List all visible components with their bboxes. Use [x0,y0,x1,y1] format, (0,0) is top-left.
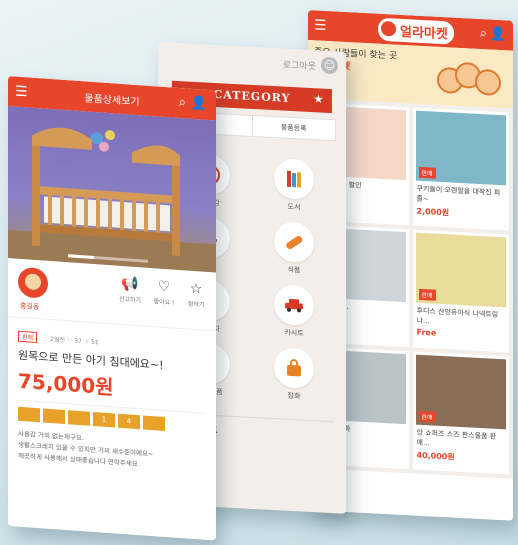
category-carseat[interactable]: 카시트 [258,283,330,340]
condition-button[interactable] [143,415,165,431]
like-button[interactable]: ♡ 좋아요 ! [146,278,182,308]
category-label: 식품 [287,265,301,275]
bag-icon [287,359,301,377]
condition-button[interactable] [68,410,90,426]
kids-illustration [437,57,507,101]
crib-illustration [32,127,180,257]
menu-icon[interactable]: ☰ [314,17,327,34]
product-image: 판매 [415,110,506,186]
smiley-icon: ☺ [321,56,338,75]
search-icon[interactable]: ⌕ [179,95,186,111]
tab-register-item[interactable]: 물품등록 [251,115,335,141]
product-photo[interactable] [8,106,216,273]
seller-name[interactable]: 홍길동 [20,301,39,312]
wishlist-button[interactable]: ☆ 찜하기 [178,280,214,310]
product-price: 2,000원 [416,206,450,218]
condition-button[interactable] [43,408,65,424]
category-label: 잡화 [287,391,301,401]
product-price: Free [416,327,437,338]
report-button[interactable]: 📢 신고하기 [112,275,148,305]
product-title: 앙 쇼퍼즈 스즈 판스물품 판매... [416,428,497,448]
user-icon[interactable]: 👤 [490,27,506,43]
product-info: 판매 2일전 ♡ 37 ☆ 51 원목으로 만든 아기 침대에요~! 75,00… [8,317,216,482]
sale-badge: 판매 [418,288,436,301]
product-card[interactable]: 판매 앙 쇼퍼즈 스즈 판스물품 판매... 40,000원 [412,351,509,475]
condition-button[interactable]: 4 [118,413,140,430]
product-price: 40,000원 [416,450,455,462]
category-label: 도서 [287,202,301,212]
product-meta: 2일전 ♡ 37 ☆ 51 [50,335,99,347]
condition-button[interactable] [18,406,40,423]
avatar[interactable] [18,266,48,299]
product-image: 판매 [415,232,506,308]
action-label: 찜하기 [187,300,205,309]
ribbon-title: CATEGORY [213,87,291,105]
condition-button[interactable]: 1 [93,411,115,428]
product-card[interactable]: 판매 후디스 산양유아식 나넥트링나... Free [412,229,509,353]
category-food[interactable]: 식품 [258,220,330,277]
logout-link[interactable]: 로그아웃 [283,58,316,73]
action-label: 좋아요 ! [153,298,175,307]
star-icon: ★ [314,94,324,106]
category-label: 카시트 [284,328,304,338]
product-title: 쿠키들이 오렌팔을 대작진 파즐~ [416,184,501,204]
sausage-icon [286,236,303,249]
sale-badge: 판매 [418,166,436,179]
car-icon [285,298,303,313]
user-icon[interactable]: 👤 [191,96,207,112]
category-goods[interactable]: 잡화 [258,346,330,403]
books-icon [287,170,301,188]
product-card[interactable]: 판매 쿠키들이 오렌팔을 대작진 파즐~ 2,000원 [412,107,509,231]
market-logo[interactable]: 얼라마켓 [378,17,454,45]
product-image: 판매 [415,354,506,430]
detail-screen: ☰ 물품상세보기 ⌕ 👤 홍길동 📢 신고하기 ♡ 좋아요 ! ☆ 찜하기 판매… [8,76,216,541]
product-description: 사용감 거의 없는제구요. 생활스크레치 있을 수 있지만 거의 새수준이에요~… [18,429,206,475]
sale-tag: 판매 [18,330,38,344]
sale-badge: 판매 [418,410,436,423]
category-books[interactable]: 도서 [258,157,330,214]
product-title: 후디스 산양유아식 나넥트링나... [416,306,499,326]
search-icon[interactable]: ⌕ [480,26,487,41]
action-label: 신고하기 [118,295,142,305]
